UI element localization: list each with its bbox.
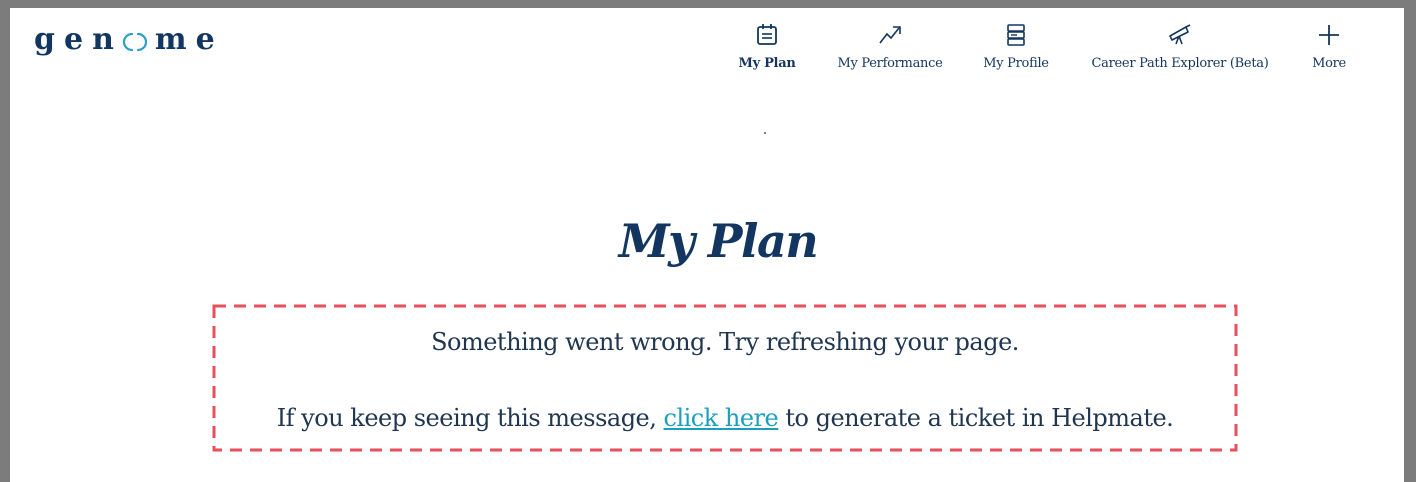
nav-item-career-path-explorer[interactable]: Career Path Explorer (Beta) [1080, 18, 1280, 86]
page-title: My Plan [618, 214, 819, 268]
nav-item-my-plan[interactable]: My Plan [732, 18, 802, 86]
loading-dot [764, 132, 766, 134]
error-line-2-suffix: to generate a ticket in Helpmate. [778, 404, 1174, 432]
main-nav: My Plan My Performance My Profile Career… [10, 18, 1404, 90]
nav-label: My Profile [983, 56, 1049, 71]
error-line-2: If you keep seeing this message, click h… [212, 404, 1238, 432]
nav-label: My Performance [837, 56, 943, 71]
nav-item-my-profile[interactable]: My Profile [976, 18, 1056, 86]
nav-item-more[interactable]: More [1306, 18, 1352, 86]
error-message-box: Something went wrong. Try refreshing you… [212, 304, 1238, 452]
nav-label: More [1312, 56, 1346, 71]
nav-label: My Plan [738, 56, 796, 71]
trend-up-icon [879, 26, 901, 44]
telescope-icon [1169, 24, 1191, 45]
plus-icon [1319, 25, 1339, 45]
profile-stack-icon [1007, 24, 1025, 46]
nav-item-my-performance[interactable]: My Performance [828, 18, 952, 86]
nav-label: Career Path Explorer (Beta) [1091, 56, 1269, 71]
app-frame: gen me My Plan My Performance My Profile… [0, 0, 1416, 482]
calendar-icon [757, 24, 777, 45]
helpmate-ticket-link[interactable]: click here [664, 404, 779, 432]
error-line-1: Something went wrong. Try refreshing you… [431, 328, 1019, 356]
error-line-2-prefix: If you keep seeing this message, [276, 404, 664, 432]
top-header: gen me My Plan My Performance My Profile… [10, 8, 1404, 98]
